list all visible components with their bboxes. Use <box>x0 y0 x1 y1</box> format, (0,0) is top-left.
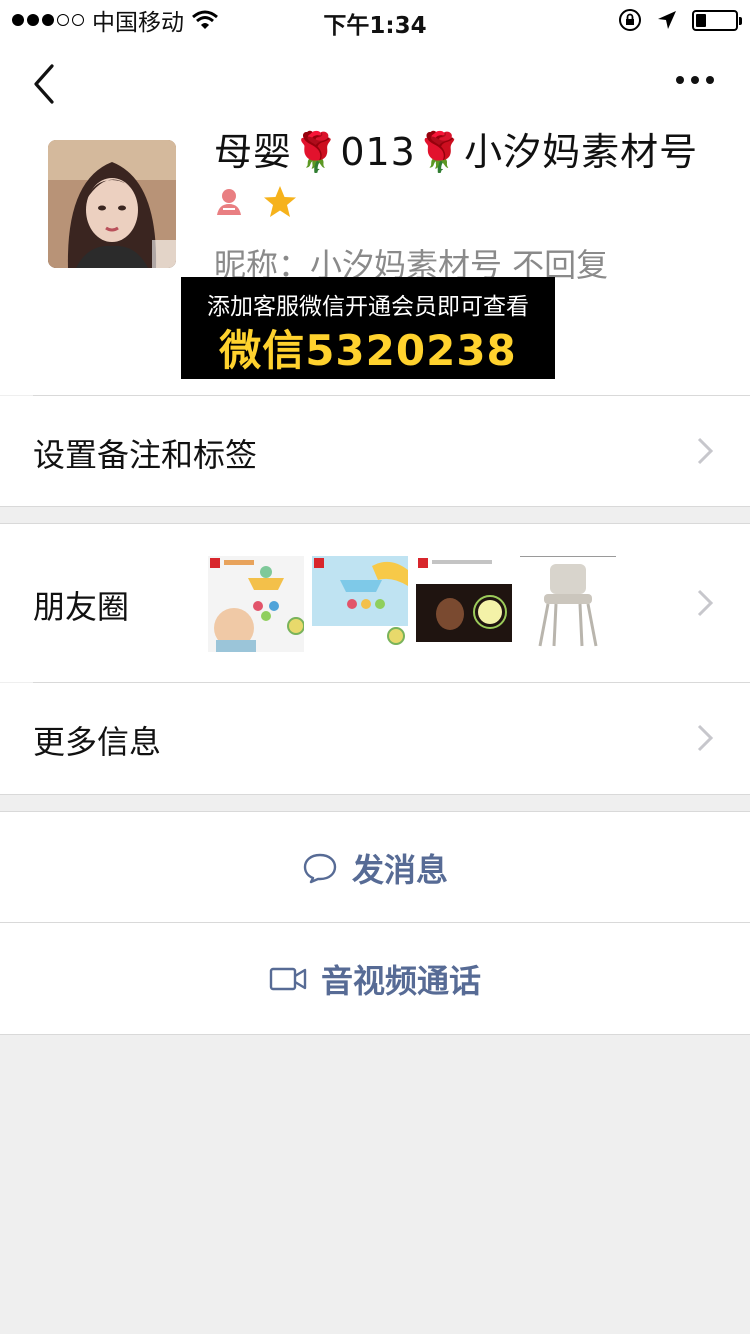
profile-badges <box>214 184 298 220</box>
display-name: 母婴🌹013🌹小汐妈素材号 <box>214 130 699 174</box>
send-message-label: 发消息 <box>351 850 448 889</box>
battery-icon <box>692 9 742 31</box>
star-icon <box>264 186 296 217</box>
video-call-label: 音视频通话 <box>320 961 481 1000</box>
location-arrow-icon <box>658 11 676 29</box>
chevron-right-icon <box>697 724 714 752</box>
moments-thumbnail <box>208 556 304 652</box>
chevron-right-icon <box>697 589 714 617</box>
video-camera-icon <box>269 967 307 990</box>
moments-thumbnail <box>416 556 512 652</box>
remark-tags-label: 设置备注和标签 <box>33 436 258 474</box>
moments-label: 朋友圈 <box>33 588 130 626</box>
send-message-button[interactable]: 发消息 <box>0 812 750 923</box>
battery-level <box>696 13 706 27</box>
moments-thumbnail <box>312 556 408 652</box>
moments-thumbnail <box>520 556 616 652</box>
chat-bubble-icon <box>303 853 337 883</box>
overlay-ad-banner: 添加客服微信开通会员即可查看 微信5320238 <box>181 277 555 379</box>
female-icon <box>217 189 241 215</box>
divider <box>0 506 750 507</box>
profile-header: 母婴🌹013🌹小汐妈素材号 昵称：小汐妈素材号 不回复 添加客服微信开通会员即可… <box>0 128 750 395</box>
chevron-right-icon <box>697 437 714 465</box>
divider <box>0 1034 750 1035</box>
avatar[interactable] <box>48 140 176 268</box>
moments-cell[interactable]: 朋友圈 <box>0 524 750 682</box>
more-dots-icon[interactable] <box>676 76 714 84</box>
back-icon[interactable] <box>28 62 62 106</box>
remark-tags-cell[interactable]: 设置备注和标签 <box>0 396 750 506</box>
more-info-label: 更多信息 <box>33 723 162 761</box>
rotation-lock-icon <box>619 9 641 31</box>
moments-thumbnails <box>208 556 616 652</box>
more-info-cell[interactable]: 更多信息 <box>0 683 750 794</box>
divider <box>0 794 750 795</box>
status-bar: 中国移动 下午1:34 <box>0 0 750 40</box>
nav-bar <box>0 40 750 128</box>
ad-line-2: 微信5320238 <box>219 326 517 375</box>
ad-line-1: 添加客服微信开通会员即可查看 <box>207 294 529 320</box>
status-right <box>618 6 742 34</box>
video-call-button[interactable]: 音视频通话 <box>0 923 750 1034</box>
